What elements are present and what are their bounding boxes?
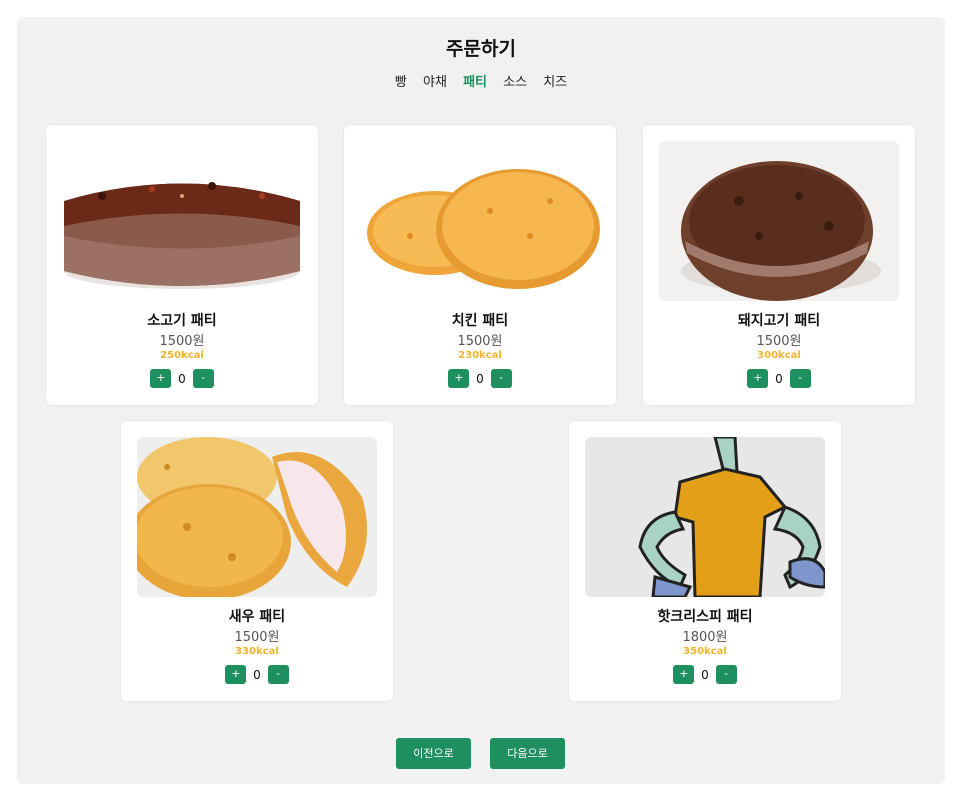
quantity-value: 0 [253,667,261,682]
increase-button[interactable]: + [747,369,769,388]
increase-button[interactable]: + [448,369,470,388]
decrease-button[interactable]: - [267,665,289,684]
decrease-button[interactable]: - [490,369,512,388]
product-card: 치킨 패티 1500원 230kcal + 0 - [344,125,616,405]
quantity-stepper: + 0 - [121,665,393,684]
product-card: 소고기 패티 1500원 250kcal + 0 - [46,125,318,405]
product-kcal: 230kcal [458,350,502,361]
category-tabs: 빵 야채 패티 소스 치즈 [17,71,945,90]
decrease-button[interactable]: - [192,369,214,388]
quantity-value: 0 [701,667,709,682]
product-card: 돼지고기 패티 1500원 300kcal + 0 - [643,125,915,405]
tab-cheese[interactable]: 치즈 [543,71,567,90]
decrease-button[interactable]: - [715,665,737,684]
quantity-value: 0 [476,371,484,386]
quantity-stepper: + 0 - [569,665,841,684]
quantity-stepper: + 0 - [344,369,616,388]
product-kcal: 350kcal [683,646,727,657]
product-price: 1500원 [234,630,280,645]
increase-button[interactable]: + [673,665,695,684]
quantity-value: 0 [775,371,783,386]
tab-patty[interactable]: 패티 [463,71,487,90]
tab-vegetable[interactable]: 야채 [423,71,447,90]
product-price: 1500원 [159,334,205,349]
shrimp-patty-image [137,437,377,597]
decrease-button[interactable]: - [789,369,811,388]
tab-bread[interactable]: 빵 [395,71,407,90]
increase-button[interactable]: + [150,369,172,388]
product-name: 소고기 패티 [147,313,217,329]
product-kcal: 250kcal [160,350,204,361]
tab-sauce[interactable]: 소스 [503,71,527,90]
product-name: 돼지고기 패티 [737,313,821,329]
order-panel: 주문하기 빵 야채 패티 소스 치즈 소고기 패티 1500원 250kcal [17,17,945,784]
next-button[interactable]: 다음으로 [490,738,565,769]
quantity-value: 0 [178,371,186,386]
product-card: 핫크리스피 패티 1800원 350kcal + 0 - [569,421,841,701]
beef-patty-image [62,141,302,301]
product-name: 치킨 패티 [451,313,509,329]
product-kcal: 330kcal [235,646,279,657]
product-price: 1500원 [756,334,802,349]
cartoon-character-image [585,437,825,597]
quantity-stepper: + 0 - [46,369,318,388]
previous-button[interactable]: 이전으로 [396,738,471,769]
product-card: 새우 패티 1500원 330kcal + 0 - [121,421,393,701]
product-price: 1800원 [682,630,728,645]
product-name: 핫크리스피 패티 [657,609,753,625]
chicken-patty-image [360,141,600,301]
increase-button[interactable]: + [225,665,247,684]
product-kcal: 300kcal [757,350,801,361]
pork-patty-image [659,141,899,301]
product-price: 1500원 [457,334,503,349]
page-title: 주문하기 [446,38,516,60]
product-name: 새우 패티 [228,609,286,625]
quantity-stepper: + 0 - [643,369,915,388]
